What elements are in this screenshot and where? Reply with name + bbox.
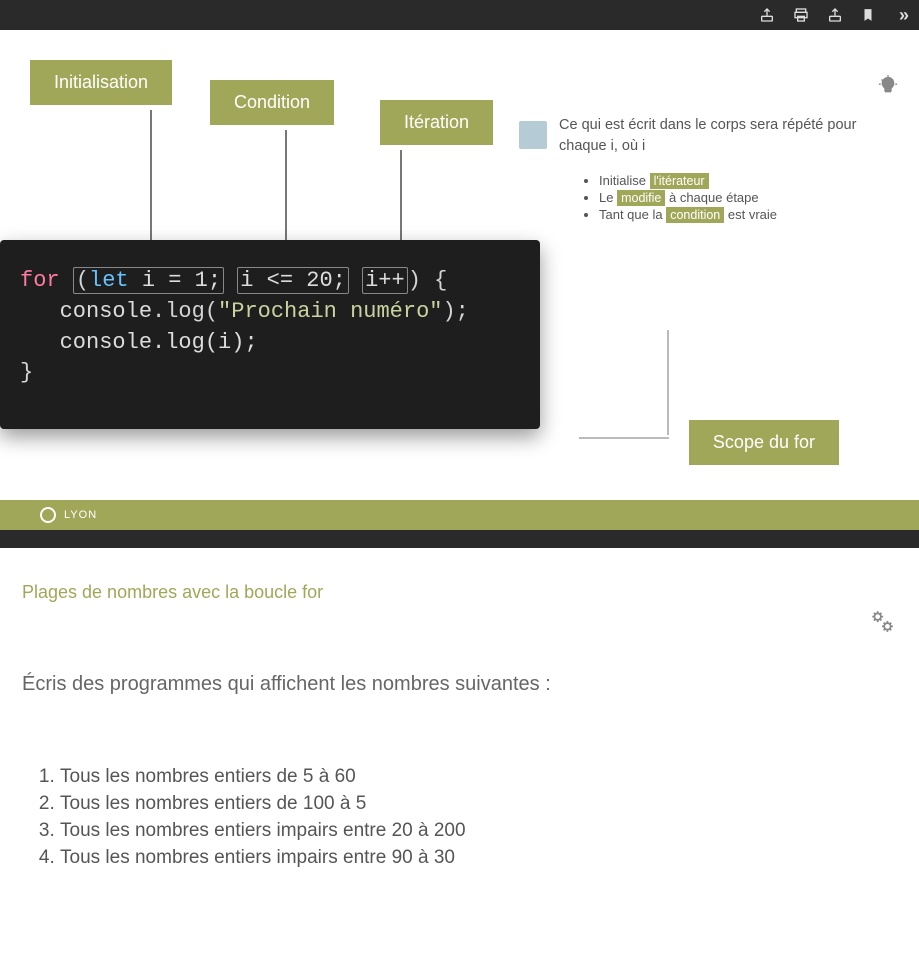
share-icon[interactable] (759, 7, 775, 23)
connector-scope (589, 330, 669, 435)
exercise-instruction: Écris des programmes qui affichent les n… (22, 673, 897, 696)
bullet-condition: Tant que la condition est vraie (599, 207, 889, 222)
code-line-1: for (let i = 1; i <= 20; i++) { (20, 266, 520, 297)
slide-gap (0, 530, 919, 548)
print-icon[interactable] (793, 7, 809, 23)
bullet-initialise: Initialise l'itérateur (599, 173, 889, 188)
list-item: Tous les nombres entiers impairs entre 2… (60, 820, 897, 842)
app-toolbar: » (0, 0, 919, 30)
exercise-list: Tous les nombres entiers de 5 à 60 Tous … (60, 766, 897, 869)
tag-condition: Condition (210, 80, 334, 125)
tag-scope: Scope du for (689, 420, 839, 465)
connector-scope-h (579, 437, 669, 439)
tag-iteration: Itération (380, 100, 493, 145)
slide-for-loop-anatomy: Initialisation Condition Itération Scope… (0, 30, 919, 530)
list-item: Tous les nombres entiers impairs entre 9… (60, 847, 897, 869)
share-icon-2[interactable] (827, 7, 843, 23)
code-line-3: console.log(i); (20, 328, 520, 359)
footer-logo-icon (40, 507, 56, 523)
code-example: for (let i = 1; i <= 20; i++) { console.… (0, 240, 540, 429)
exercise-subhead: Plages de nombres avec la boucle for (22, 582, 897, 603)
explanation-box: Ce qui est écrit dans le corps sera répé… (559, 115, 889, 224)
code-line-4: } (20, 358, 520, 389)
arrow-init (150, 110, 152, 255)
explanation-intro: Ce qui est écrit dans le corps sera répé… (559, 115, 889, 157)
tag-initialisation: Initialisation (30, 60, 172, 105)
list-item: Tous les nombres entiers de 100 à 5 (60, 793, 897, 815)
settings-gears-icon (869, 608, 895, 640)
book-icon (519, 121, 547, 149)
more-icon[interactable]: » (899, 5, 909, 26)
bullet-modifie: Le modifie à chaque étape (599, 190, 889, 205)
code-line-2: console.log("Prochain numéro"); (20, 297, 520, 328)
bookmark-icon[interactable] (861, 7, 875, 23)
slide-exercises: Plages de nombres avec la boucle for Écr… (0, 548, 919, 976)
slide-footer: LYON (0, 500, 919, 530)
arrow-cond (285, 130, 287, 255)
list-item: Tous les nombres entiers de 5 à 60 (60, 766, 897, 788)
lightbulb-icon (877, 75, 899, 103)
footer-text: LYON (64, 509, 97, 521)
